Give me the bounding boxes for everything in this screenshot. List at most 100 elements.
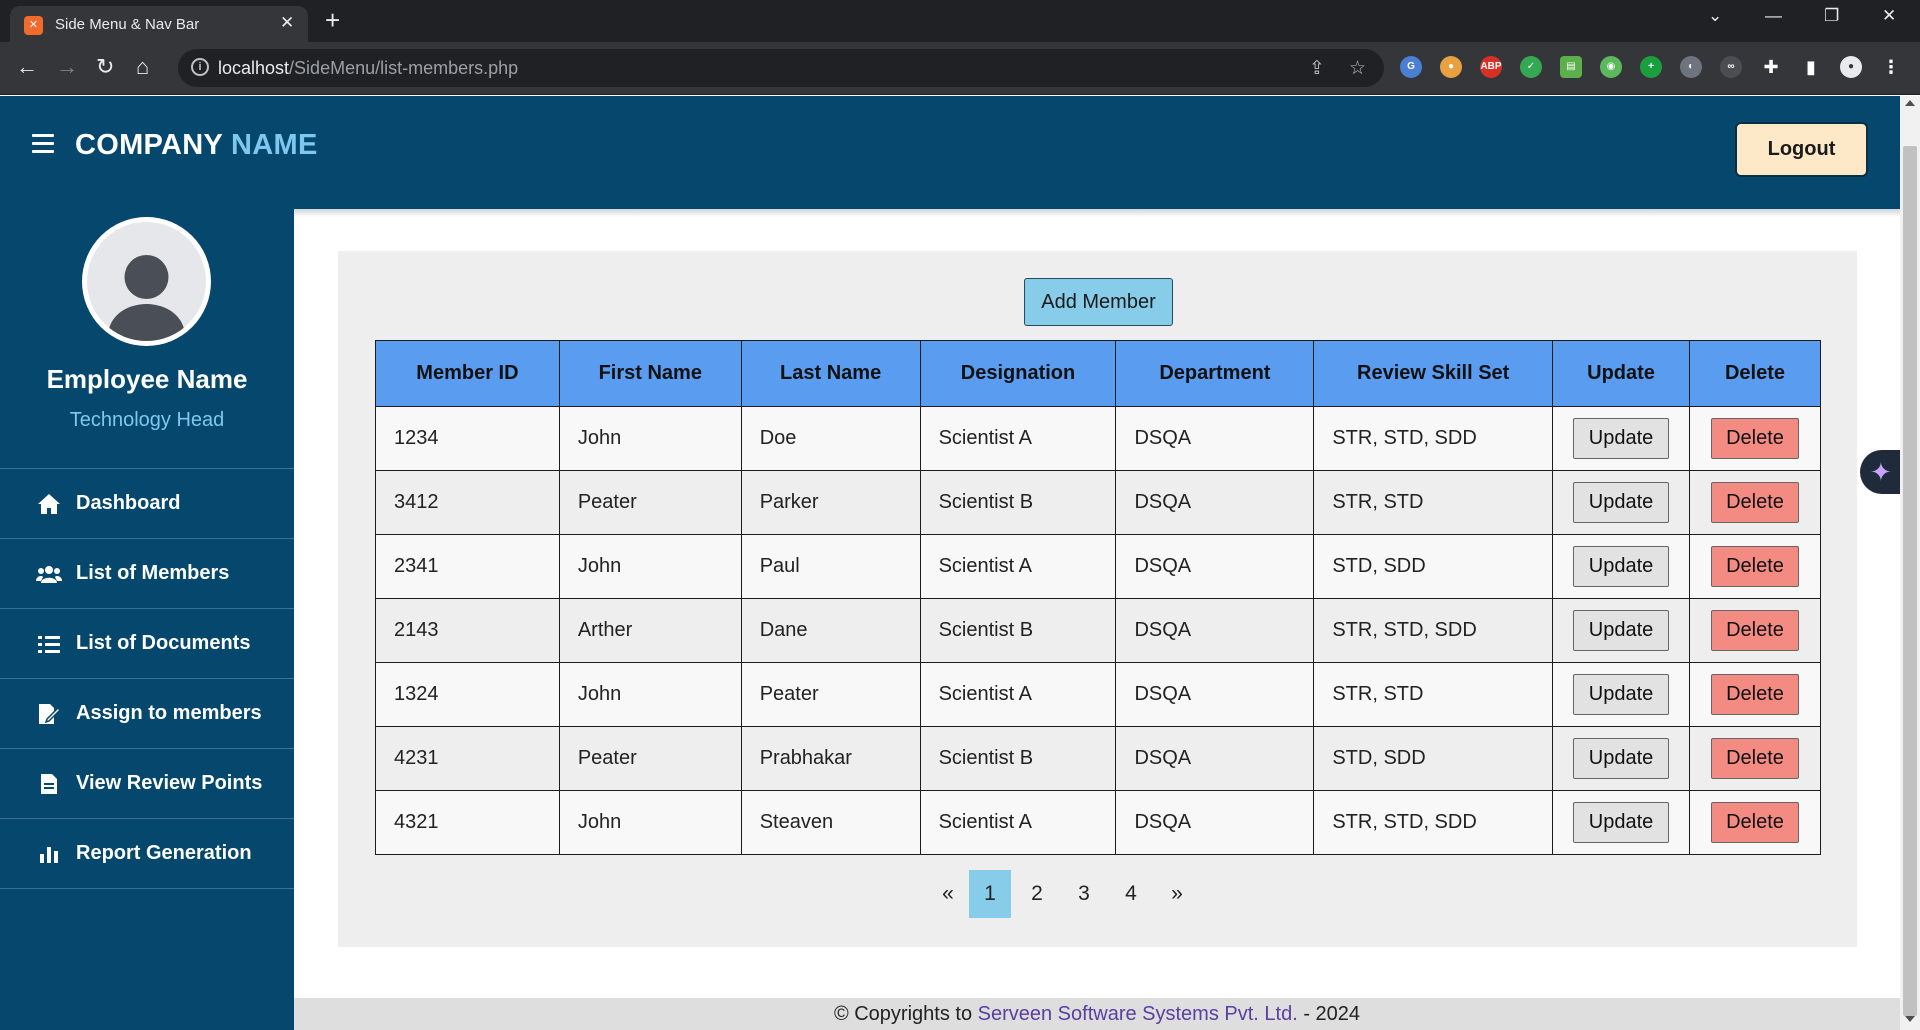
logout-button[interactable]: Logout <box>1735 122 1868 177</box>
sidebar-item-list-of-members[interactable]: List of Members <box>0 539 294 609</box>
close-window-icon[interactable]: ✕ <box>1882 6 1896 26</box>
menu-kebab-icon[interactable]: ⋮ <box>1880 56 1902 78</box>
delete-button[interactable]: Delete <box>1711 418 1799 459</box>
shield-extension-icon[interactable]: ✓ <box>1520 56 1542 78</box>
tab-title: Side Menu & Nav Bar <box>55 16 200 33</box>
back-icon[interactable]: ← <box>16 54 38 80</box>
members-card: Add Member Member ID First Name Last Nam… <box>338 251 1857 947</box>
extensions-puzzle-icon[interactable]: ✚ <box>1760 56 1782 78</box>
extension-icon[interactable]: ◉ <box>1600 56 1622 78</box>
extension-icon[interactable]: ▤ <box>1560 56 1582 78</box>
delete-button[interactable]: Delete <box>1711 482 1799 523</box>
update-button[interactable]: Update <box>1573 482 1670 523</box>
table-row: 1234 John Doe Scientist A DSQA STR, STD,… <box>375 406 1821 471</box>
sidebar-item-list-of-documents[interactable]: List of Documents <box>0 609 294 679</box>
delete-button[interactable]: Delete <box>1711 674 1799 715</box>
bookmark-star-icon[interactable]: ☆ <box>1349 57 1366 80</box>
delete-button[interactable]: Delete <box>1711 610 1799 651</box>
delete-button[interactable]: Delete <box>1711 802 1799 843</box>
pagination-prev[interactable]: « <box>928 870 968 918</box>
browser-tab[interactable]: ✕ Side Menu & Nav Bar ✕ <box>10 6 308 42</box>
site-info-icon[interactable]: i <box>191 58 209 76</box>
last-name-cell: Prabhakar <box>740 726 921 791</box>
adblock-plus-icon[interactable]: ABP <box>1480 56 1502 78</box>
sidebar-item-dashboard[interactable]: Dashboard <box>0 469 294 539</box>
update-button[interactable]: Update <box>1573 546 1670 587</box>
side-panel-icon[interactable]: ▮ <box>1800 56 1822 78</box>
pagination-page-3[interactable]: 3 <box>1063 870 1105 918</box>
department-cell: DSQA <box>1115 726 1315 791</box>
translate-extension-icon[interactable]: G <box>1400 56 1422 78</box>
xampp-favicon-icon: ✕ <box>24 16 43 35</box>
pagination-page-4[interactable]: 4 <box>1110 870 1152 918</box>
minimize-icon[interactable]: — <box>1765 6 1782 26</box>
department-cell: DSQA <box>1115 790 1315 855</box>
column-header: Review Skill Set <box>1313 340 1554 407</box>
member-id-cell: 3412 <box>375 470 560 535</box>
plus-extension-icon[interactable]: + <box>1640 56 1662 78</box>
update-button[interactable]: Update <box>1573 418 1670 459</box>
sidebar-item-label: Assign to members <box>76 702 262 724</box>
reload-icon[interactable]: ↻ <box>96 54 114 80</box>
sidebar-item-label: List of Documents <box>76 632 251 654</box>
scroll-thumb[interactable] <box>1903 146 1917 1016</box>
skills-cell: STR, STD, SDD <box>1313 790 1554 855</box>
extension-icon[interactable]: ◐ <box>1680 56 1702 78</box>
delete-button[interactable]: Delete <box>1711 738 1799 779</box>
sidebar-item-label: List of Members <box>76 562 230 584</box>
tab-search-icon[interactable]: ⌄ <box>1708 6 1722 26</box>
sidebar-item-view-review-points[interactable]: View Review Points <box>0 749 294 819</box>
first-name-cell: John <box>558 534 742 599</box>
sidebar-item-report-generation[interactable]: Report Generation <box>0 819 294 889</box>
first-name-cell: John <box>558 406 742 471</box>
share-icon[interactable]: ⇪ <box>1309 57 1325 80</box>
update-button[interactable]: Update <box>1573 610 1670 651</box>
table-row: 2341 John Paul Scientist A DSQA STD, SDD… <box>375 534 1821 599</box>
sidebar-item-label: Dashboard <box>76 492 181 514</box>
employee-name: Employee Name <box>46 364 248 394</box>
column-header: Department <box>1115 340 1315 407</box>
forward-icon[interactable]: → <box>56 54 78 80</box>
extension-icon[interactable]: ● <box>1440 56 1462 78</box>
profile-icon[interactable]: ● <box>1840 56 1862 78</box>
footer-company-link[interactable]: Serveen Software Systems Pvt. Ltd. <box>978 1003 1298 1025</box>
last-name-cell: Dane <box>740 598 921 663</box>
sidebar-item-assign-to-members[interactable]: Assign to members <box>0 679 294 749</box>
sidebar-menu: Dashboard List of Members List of Docume… <box>0 468 294 889</box>
add-member-button[interactable]: Add Member <box>1024 278 1173 326</box>
hamburger-menu-icon[interactable] <box>32 134 54 154</box>
update-button[interactable]: Update <box>1573 802 1670 843</box>
member-id-cell: 4231 <box>375 726 560 791</box>
table-row: 1324 John Peater Scientist A DSQA STR, S… <box>375 662 1821 727</box>
pagination: « 1 2 3 4 » <box>338 870 1857 918</box>
delete-button[interactable]: Delete <box>1711 546 1799 587</box>
new-tab-icon[interactable]: + <box>325 5 340 35</box>
footer-suffix: - 2024 <box>1303 1003 1361 1025</box>
pagination-next[interactable]: » <box>1157 870 1197 918</box>
column-header: Designation <box>919 340 1117 407</box>
scroll-up-arrow-icon[interactable] <box>1905 100 1915 106</box>
update-button[interactable]: Update <box>1573 674 1670 715</box>
avatar <box>82 217 211 346</box>
extension-icon[interactable]: ∞ <box>1720 56 1742 78</box>
designation-cell: Scientist B <box>919 470 1117 535</box>
skills-cell: STR, STD <box>1313 470 1554 535</box>
designation-cell: Scientist B <box>919 598 1117 663</box>
page-scrollbar[interactable] <box>1900 96 1920 1030</box>
tab-close-icon[interactable]: ✕ <box>280 13 294 33</box>
list-icon <box>36 632 62 656</box>
update-button[interactable]: Update <box>1573 738 1670 779</box>
pagination-page-2[interactable]: 2 <box>1016 870 1058 918</box>
member-id-cell: 2143 <box>375 598 560 663</box>
pagination-page-1[interactable]: 1 <box>969 870 1011 918</box>
document-icon <box>36 772 62 796</box>
restore-icon[interactable]: ❐ <box>1824 6 1839 26</box>
home-icon[interactable]: ⌂ <box>136 54 149 80</box>
member-id-cell: 1234 <box>375 406 560 471</box>
sidebar-item-label: View Review Points <box>76 772 263 794</box>
address-bar[interactable]: i localhost/SideMenu/list-members.php ⇪ … <box>178 49 1384 87</box>
designation-cell: Scientist A <box>919 406 1117 471</box>
url-text: localhost/SideMenu/list-members.php <box>218 58 519 78</box>
scroll-down-arrow-icon[interactable] <box>1905 1016 1915 1022</box>
designation-cell: Scientist A <box>919 534 1117 599</box>
